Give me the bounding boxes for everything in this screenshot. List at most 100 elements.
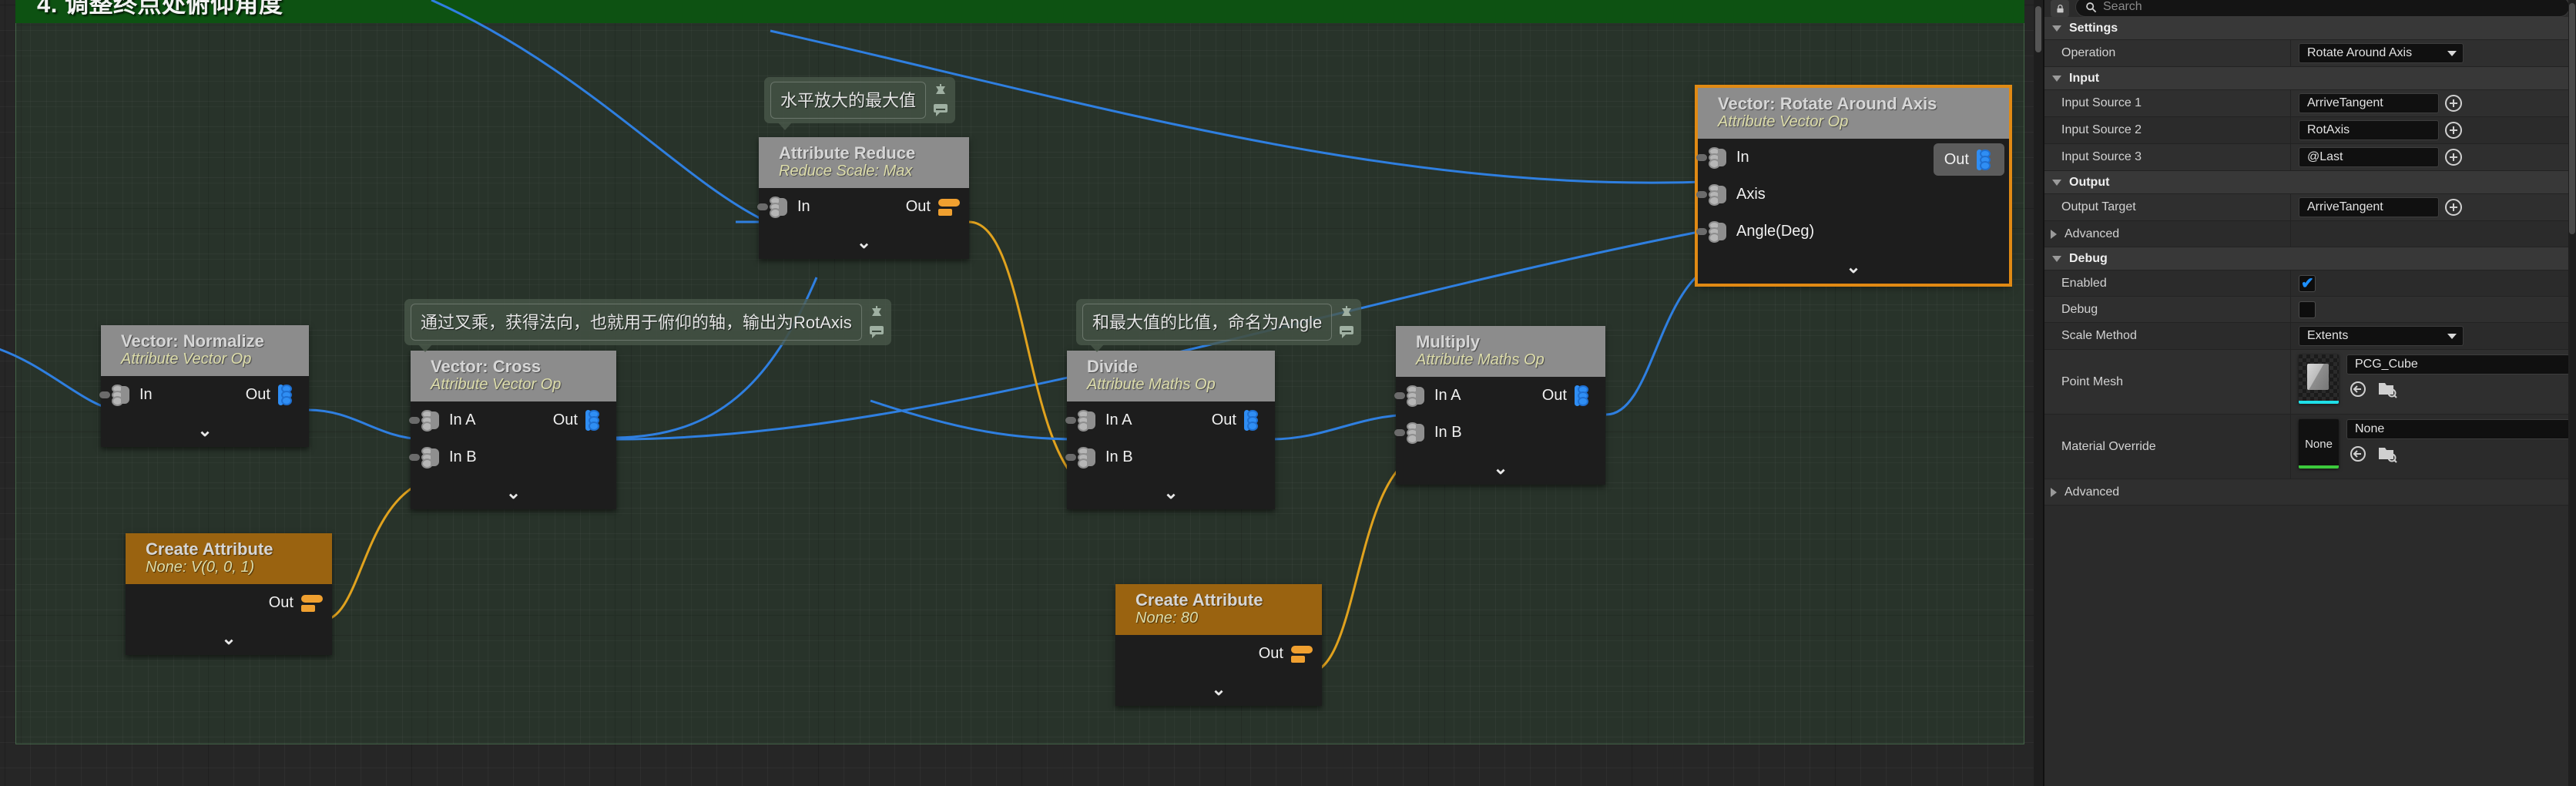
- input-pin-in[interactable]: In: [1709, 146, 1749, 168]
- input-pin-in-b[interactable]: In B: [1407, 422, 1462, 443]
- node-title: Vector: Cross: [431, 358, 605, 375]
- output-target-field[interactable]: ArriveTangent: [2299, 197, 2439, 217]
- browse-to-asset-icon[interactable]: [2377, 380, 2397, 398]
- input-pin-angle-deg[interactable]: Angle(Deg): [1709, 220, 1814, 242]
- node-body: In A Out In B ⌄: [1396, 377, 1605, 485]
- pin-icon[interactable]: [1338, 306, 1355, 321]
- property-row-input-source-2: Input Source 2 RotAxis: [2044, 117, 2576, 144]
- node-header: Create Attribute None: 80: [1115, 584, 1322, 635]
- node-expand-chevron-icon[interactable]: ⌄: [411, 475, 616, 509]
- node-create-attribute-80[interactable]: Create Attribute None: 80 Out ⌄: [1115, 584, 1322, 706]
- input-pin-in-a[interactable]: In A: [1407, 385, 1461, 406]
- node-divide[interactable]: Divide Attribute Maths Op In A Out In: [1067, 351, 1275, 509]
- node-expand-chevron-icon[interactable]: ⌄: [1115, 672, 1322, 706]
- input-pin-in[interactable]: In: [770, 196, 810, 217]
- section-header-settings[interactable]: Settings: [2044, 17, 2576, 40]
- scrollbar-thumb[interactable]: [2035, 6, 2041, 52]
- enabled-checkbox[interactable]: [2299, 275, 2316, 292]
- node-expand-chevron-icon[interactable]: ⌄: [1396, 451, 1605, 485]
- output-pin-out[interactable]: Out: [1259, 643, 1311, 664]
- pin-row: In B: [1396, 414, 1605, 451]
- node-expand-chevron-icon[interactable]: ⌄: [1067, 475, 1275, 509]
- browse-to-asset-icon[interactable]: [2377, 445, 2397, 463]
- node-vector-normalize[interactable]: Vector: Normalize Attribute Vector Op In…: [101, 325, 309, 447]
- use-selected-asset-icon[interactable]: [2348, 445, 2368, 463]
- material-override-thumbnail[interactable]: None: [2299, 419, 2339, 469]
- use-selected-asset-icon[interactable]: [2348, 380, 2368, 398]
- output-pin-out[interactable]: Out: [1542, 385, 1595, 406]
- material-override-asset-field[interactable]: None: [2346, 419, 2570, 439]
- comment-bubble-icon[interactable]: [868, 324, 885, 339]
- property-value: Extents: [2291, 323, 2576, 349]
- attribute-set-pin-icon: [1709, 183, 1729, 205]
- output-pin-out[interactable]: Out: [246, 384, 298, 405]
- section-header-input[interactable]: Input: [2044, 67, 2576, 90]
- scale-method-dropdown[interactable]: Extents: [2299, 326, 2464, 346]
- node-expand-chevron-icon[interactable]: ⌄: [759, 225, 969, 259]
- bubble-text: 和最大值的比值，命名为Angle: [1082, 304, 1332, 341]
- pin-icon[interactable]: [932, 84, 949, 99]
- point-mesh-thumbnail[interactable]: [2299, 354, 2339, 404]
- pin-label: In A: [1105, 411, 1132, 429]
- input-pin-in-b[interactable]: In B: [421, 446, 477, 468]
- input-pin-axis[interactable]: Axis: [1709, 183, 1766, 205]
- comment-bubble-icon[interactable]: [1338, 324, 1355, 339]
- add-icon[interactable]: [2445, 95, 2462, 112]
- bubble-divide[interactable]: 和最大值的比值，命名为Angle: [1076, 299, 1361, 345]
- property-label: Input Source 3: [2044, 144, 2291, 170]
- section-header-debug[interactable]: Debug: [2044, 247, 2576, 270]
- search-input[interactable]: Search: [2075, 0, 2570, 17]
- operation-dropdown[interactable]: Rotate Around Axis: [2299, 43, 2464, 63]
- output-pin-out[interactable]: Out: [906, 196, 958, 217]
- comment-bubble-icon[interactable]: [932, 102, 949, 117]
- bubble-vector-cross[interactable]: 通过叉乘，获得法向，也就用于俯仰的轴，输出为RotAxis: [404, 299, 891, 345]
- input-pin-in-a[interactable]: In A: [421, 409, 475, 431]
- panel-scrollbar[interactable]: [2568, 0, 2576, 786]
- pin-label: In B: [1105, 448, 1133, 466]
- input-source-2-field[interactable]: RotAxis: [2299, 120, 2439, 140]
- attribute-set-pin-icon: [421, 446, 441, 468]
- input-pin-in-a[interactable]: In A: [1078, 409, 1132, 431]
- input-source-1-field[interactable]: ArriveTangent: [2299, 93, 2439, 113]
- node-create-attribute-vector[interactable]: Create Attribute None: V(0, 0, 1) Out ⌄: [126, 533, 332, 655]
- bubble-text: 水平放大的最大值: [770, 82, 926, 119]
- node-vector-cross[interactable]: Vector: Cross Attribute Vector Op In A O…: [411, 351, 616, 509]
- node-multiply[interactable]: Multiply Attribute Maths Op In A Out: [1396, 326, 1605, 485]
- comment-region-title[interactable]: 4. 调整终点处俯仰角度: [15, 0, 2024, 23]
- asset-controls: None: [2346, 419, 2570, 463]
- node-expand-chevron-icon[interactable]: ⌄: [1698, 250, 2009, 284]
- bubble-attribute-reduce[interactable]: 水平放大的最大值: [764, 77, 955, 123]
- lock-details-button[interactable]: [2051, 0, 2069, 17]
- input-pin-in[interactable]: In: [112, 384, 153, 405]
- add-icon[interactable]: [2445, 199, 2462, 216]
- property-row-debug-advanced[interactable]: Advanced: [2044, 479, 2576, 506]
- section-header-output[interactable]: Output: [2044, 171, 2576, 194]
- output-pin-out[interactable]: Out: [1212, 409, 1264, 431]
- output-pin-out[interactable]: Out: [1934, 143, 2004, 176]
- pin-icon[interactable]: [868, 306, 885, 321]
- node-body: Out ⌄: [126, 584, 332, 655]
- output-pin-out[interactable]: Out: [553, 409, 605, 431]
- property-label: Material Override: [2044, 415, 2291, 479]
- attribute-set-pin-icon: [421, 409, 441, 431]
- node-vector-rotate-around-axis[interactable]: Vector: Rotate Around Axis Attribute Vec…: [1698, 88, 2009, 284]
- node-title: Vector: Rotate Around Axis: [1718, 95, 1998, 113]
- debug-checkbox[interactable]: [2299, 301, 2316, 318]
- input-source-3-field[interactable]: @Last: [2299, 147, 2439, 167]
- node-title: Create Attribute: [1135, 591, 1311, 609]
- graph-vertical-scrollbar[interactable]: [2034, 0, 2043, 786]
- node-expand-chevron-icon[interactable]: ⌄: [126, 621, 332, 655]
- input-pin-in-b[interactable]: In B: [1078, 446, 1133, 468]
- scrollbar-thumb[interactable]: [2569, 3, 2575, 234]
- pin-label: In: [139, 386, 153, 404]
- add-icon[interactable]: [2445, 122, 2462, 139]
- property-row-output-advanced[interactable]: Advanced: [2044, 221, 2576, 247]
- pin-label: In: [1736, 149, 1749, 166]
- property-value: Rotate Around Axis: [2291, 40, 2576, 66]
- node-attribute-reduce[interactable]: Attribute Reduce Reduce Scale: Max In Ou…: [759, 137, 969, 259]
- node-expand-chevron-icon[interactable]: ⌄: [101, 413, 309, 447]
- add-icon[interactable]: [2445, 149, 2462, 166]
- point-mesh-asset-field[interactable]: PCG_Cube: [2346, 354, 2570, 375]
- node-graph-canvas[interactable]: Zoom 1:1 4. 调整终点处俯仰角度: [0, 0, 2043, 786]
- output-pin-out[interactable]: Out: [269, 592, 321, 613]
